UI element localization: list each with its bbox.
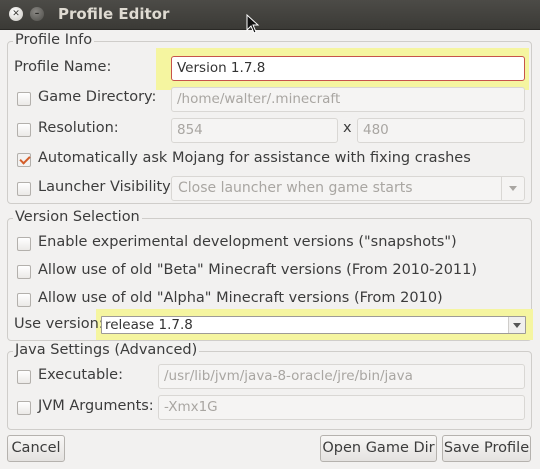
- open-game-dir-button[interactable]: Open Game Dir: [320, 435, 437, 462]
- snapshots-checkbox[interactable]: [17, 237, 31, 251]
- mojang-assist-label: Automatically ask Mojang for assistance …: [38, 150, 471, 166]
- game-directory-checkbox[interactable]: [17, 92, 31, 106]
- use-version-select[interactable]: release 1.7.8: [101, 316, 526, 334]
- jvm-arguments-label: JVM Arguments:: [38, 398, 154, 414]
- profile-name-label: Profile Name:: [14, 59, 112, 75]
- use-version-label: Use version:: [14, 316, 104, 332]
- beta-versions-label: Allow use of old "Beta" Minecraft versio…: [38, 262, 478, 278]
- resolution-checkbox[interactable]: [17, 123, 31, 137]
- launcher-visibility-value: Close launcher when game starts: [178, 180, 413, 196]
- chevron-down-icon: [508, 317, 525, 333]
- use-version-value: release 1.7.8: [105, 317, 193, 333]
- save-profile-button[interactable]: Save Profile: [442, 435, 531, 462]
- resolution-label: Resolution:: [38, 120, 119, 136]
- jvm-arguments-input[interactable]: -Xmx1G: [158, 395, 525, 420]
- game-directory-label: Game Directory:: [38, 89, 157, 105]
- mouse-cursor-icon: [246, 14, 260, 34]
- profile-name-input[interactable]: Version 1.7.8: [171, 56, 525, 81]
- cancel-button[interactable]: Cancel: [7, 435, 65, 462]
- resolution-height-input[interactable]: 480: [357, 118, 525, 143]
- launcher-visibility-select[interactable]: Close launcher when game starts: [171, 176, 525, 201]
- alpha-versions-checkbox[interactable]: [17, 293, 31, 307]
- java-settings-legend: Java Settings (Advanced): [13, 342, 200, 358]
- mojang-assist-checkbox[interactable]: [17, 153, 31, 167]
- snapshots-label: Enable experimental development versions…: [38, 234, 457, 250]
- alpha-versions-label: Allow use of old "Alpha" Minecraft versi…: [38, 290, 443, 306]
- resolution-separator: x: [343, 120, 352, 136]
- resolution-width-input[interactable]: 854: [171, 118, 338, 143]
- beta-versions-checkbox[interactable]: [17, 265, 31, 279]
- title-bar: ✕ – Profile Editor: [0, 0, 540, 30]
- profile-info-legend: Profile Info: [13, 32, 95, 48]
- executable-checkbox[interactable]: [17, 370, 31, 384]
- game-directory-input[interactable]: /home/walter/.minecraft: [171, 87, 525, 112]
- launcher-visibility-label: Launcher Visibility:: [38, 179, 175, 195]
- close-window-icon[interactable]: ✕: [9, 7, 23, 21]
- version-selection-legend: Version Selection: [13, 209, 142, 225]
- jvm-arguments-checkbox[interactable]: [17, 401, 31, 415]
- launcher-visibility-checkbox[interactable]: [17, 182, 31, 196]
- executable-label: Executable:: [38, 367, 123, 383]
- chevron-down-icon: [501, 177, 524, 200]
- executable-input[interactable]: /usr/lib/jvm/java-8-oracle/jre/bin/java: [158, 364, 525, 389]
- minimize-window-icon[interactable]: –: [30, 7, 44, 21]
- window-title: Profile Editor: [58, 5, 170, 23]
